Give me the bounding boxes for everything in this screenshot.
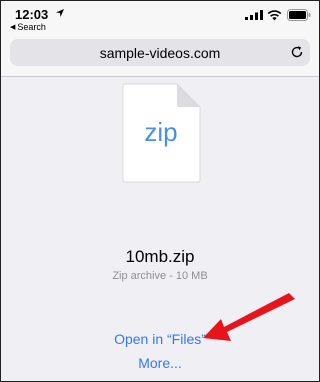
red-arrow-icon bbox=[203, 293, 295, 341]
address-bar[interactable]: sample-videos.com bbox=[10, 39, 310, 66]
back-triangle-icon: ◀ bbox=[10, 24, 16, 31]
battery-icon bbox=[287, 9, 311, 21]
file-extension-label: zip bbox=[144, 117, 178, 147]
back-app-label: Search bbox=[17, 22, 46, 32]
location-arrow-icon bbox=[56, 9, 64, 17]
reload-icon[interactable] bbox=[290, 45, 304, 59]
back-to-app-button[interactable]: ◀ Search bbox=[10, 22, 46, 32]
signal-icon bbox=[245, 10, 263, 20]
file-meta: Zip archive - 10 MB bbox=[112, 270, 208, 282]
url-text: sample-videos.com bbox=[99, 45, 221, 61]
more-button[interactable]: More... bbox=[1, 355, 319, 371]
wifi-icon bbox=[267, 10, 282, 21]
status-time: 12:03 bbox=[15, 7, 49, 22]
file-name: 10mb.zip bbox=[125, 247, 195, 266]
screen: 12:03 ◀ Search sample-videos.com zip 10m… bbox=[0, 0, 320, 382]
browser-chrome: 12:03 ◀ Search sample-videos.com bbox=[1, 1, 319, 77]
